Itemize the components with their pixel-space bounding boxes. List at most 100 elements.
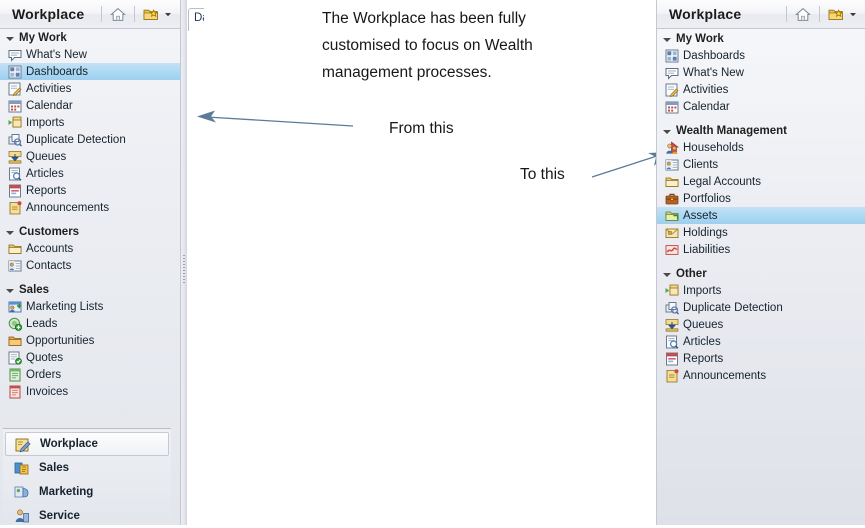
marketing-module-icon [14, 484, 30, 500]
queues-icon [665, 318, 679, 332]
chevron-down-icon[interactable] [849, 10, 857, 18]
nav-item-articles[interactable]: Articles [657, 333, 865, 350]
pane-splitter[interactable] [181, 0, 187, 525]
nav-item-liabilities[interactable]: Liabilities [657, 241, 865, 258]
screenshot-root: Workplace My Work What's New Dashboards … [0, 0, 865, 525]
header-separator [786, 6, 787, 22]
expand-collapse-triangle-icon[interactable] [663, 272, 671, 277]
nav-item-dashboards[interactable]: Dashboards [0, 63, 180, 80]
nav-item-announcements[interactable]: Announcements [657, 367, 865, 384]
nav-group-header[interactable]: Customers [0, 223, 180, 240]
nav-item-label: Dashboards [26, 65, 89, 78]
contact-card-icon [665, 158, 679, 172]
expand-collapse-triangle-icon[interactable] [663, 37, 671, 42]
nav-item-dashboards[interactable]: Dashboards [657, 47, 865, 64]
nav-item-label: Articles [26, 167, 64, 180]
module-launcher: Workplace Sales Marketing Service [3, 428, 171, 525]
nav-item-what-s-new[interactable]: What's New [657, 64, 865, 81]
dashboard-grid-icon [8, 65, 22, 79]
nav-item-imports[interactable]: Imports [0, 114, 180, 131]
nav-group-header[interactable]: Wealth Management [657, 122, 865, 139]
articles-icon [665, 335, 679, 349]
module-label: Sales [39, 462, 70, 474]
left-navigation-pane: Workplace My Work What's New Dashboards … [0, 0, 181, 525]
nav-item-queues[interactable]: Queues [657, 316, 865, 333]
splitter-grip[interactable] [183, 255, 185, 285]
nav-item-label: Duplicate Detection [683, 301, 783, 314]
expand-collapse-triangle-icon[interactable] [6, 230, 14, 235]
nav-item-activities[interactable]: Activities [0, 80, 180, 97]
nav-item-label: Marketing Lists [26, 300, 104, 313]
module-label: Service [39, 510, 80, 522]
nav-group-header[interactable]: My Work [0, 29, 180, 46]
nav-item-label: Articles [683, 335, 721, 348]
nav-group-header[interactable]: Sales [0, 281, 180, 298]
nav-item-legal-accounts[interactable]: Legal Accounts [657, 173, 865, 190]
nav-item-orders[interactable]: Orders [0, 366, 180, 383]
pin-view-icon[interactable] [143, 7, 160, 22]
module-workplace-button[interactable]: Workplace [5, 432, 169, 456]
import-icon [8, 116, 22, 130]
nav-item-assets[interactable]: Assets [657, 207, 865, 224]
nav-item-label: Holdings [683, 226, 728, 239]
activity-pencil-icon [665, 83, 679, 97]
nav-item-label: Duplicate Detection [26, 133, 126, 146]
nav-item-label: Households [683, 141, 744, 154]
nav-item-reports[interactable]: Reports [0, 182, 180, 199]
nav-item-label: Reports [26, 184, 67, 197]
home-icon[interactable] [110, 7, 126, 22]
nav-item-label: Announcements [26, 201, 110, 214]
chevron-down-icon[interactable] [164, 10, 172, 18]
to-this-label: To this [520, 166, 565, 183]
nav-group-label: Other [676, 267, 707, 280]
nav-group-header[interactable]: Other [657, 265, 865, 282]
nav-item-queues[interactable]: Queues [0, 148, 180, 165]
activity-pencil-icon [8, 82, 22, 96]
home-icon[interactable] [795, 7, 811, 22]
nav-group-label: Wealth Management [676, 124, 787, 137]
module-sales-button[interactable]: Sales [5, 456, 169, 480]
pin-view-icon[interactable] [828, 7, 845, 22]
holdings-icon [665, 226, 679, 240]
module-marketing-button[interactable]: Marketing [5, 480, 169, 504]
nav-item-calendar[interactable]: Calendar [657, 98, 865, 115]
nav-item-holdings[interactable]: Holdings [657, 224, 865, 241]
expand-collapse-triangle-icon[interactable] [663, 129, 671, 134]
nav-item-label: Activities [683, 83, 729, 96]
nav-item-reports[interactable]: Reports [657, 350, 865, 367]
nav-item-contacts[interactable]: Contacts [0, 257, 180, 274]
left-pane-body: My Work What's New Dashboards Activities Cal… [0, 29, 180, 428]
nav-item-households[interactable]: Households [657, 139, 865, 156]
nav-item-portfolios[interactable]: Portfolios [657, 190, 865, 207]
nav-item-accounts[interactable]: Accounts [0, 240, 180, 257]
nav-item-calendar[interactable]: Calendar [0, 97, 180, 114]
nav-item-label: Announcements [683, 369, 767, 382]
nav-item-duplicate-detection[interactable]: Duplicate Detection [657, 299, 865, 316]
nav-item-label: Contacts [26, 259, 72, 272]
nav-item-duplicate-detection[interactable]: Duplicate Detection [0, 131, 180, 148]
expand-collapse-triangle-icon[interactable] [6, 36, 14, 41]
nav-group-label: Customers [19, 225, 80, 238]
nav-item-what-s-new[interactable]: What's New [0, 46, 180, 63]
nav-item-articles[interactable]: Articles [0, 165, 180, 182]
nav-item-quotes[interactable]: Quotes [0, 349, 180, 366]
nav-group-header[interactable]: My Work [657, 30, 865, 47]
from-this-label: From this [389, 120, 454, 137]
nav-item-imports[interactable]: Imports [657, 282, 865, 299]
right-pane-title: Workplace [669, 6, 742, 22]
nav-item-opportunities[interactable]: Opportunities [0, 332, 180, 349]
expand-collapse-triangle-icon[interactable] [6, 288, 14, 293]
nav-item-activities[interactable]: Activities [657, 81, 865, 98]
nav-item-announcements[interactable]: Announcements [0, 199, 180, 216]
nav-item-marketing-lists[interactable]: Marketing Lists [0, 298, 180, 315]
nav-item-clients[interactable]: Clients [657, 156, 865, 173]
dashboard-grid-icon [665, 49, 679, 63]
nav-item-invoices[interactable]: Invoices [0, 383, 180, 400]
workplace-icon [15, 437, 31, 453]
nav-item-leads[interactable]: Leads [0, 315, 180, 332]
module-service-button[interactable]: Service [5, 504, 169, 528]
folder-accounts-icon [665, 175, 679, 189]
